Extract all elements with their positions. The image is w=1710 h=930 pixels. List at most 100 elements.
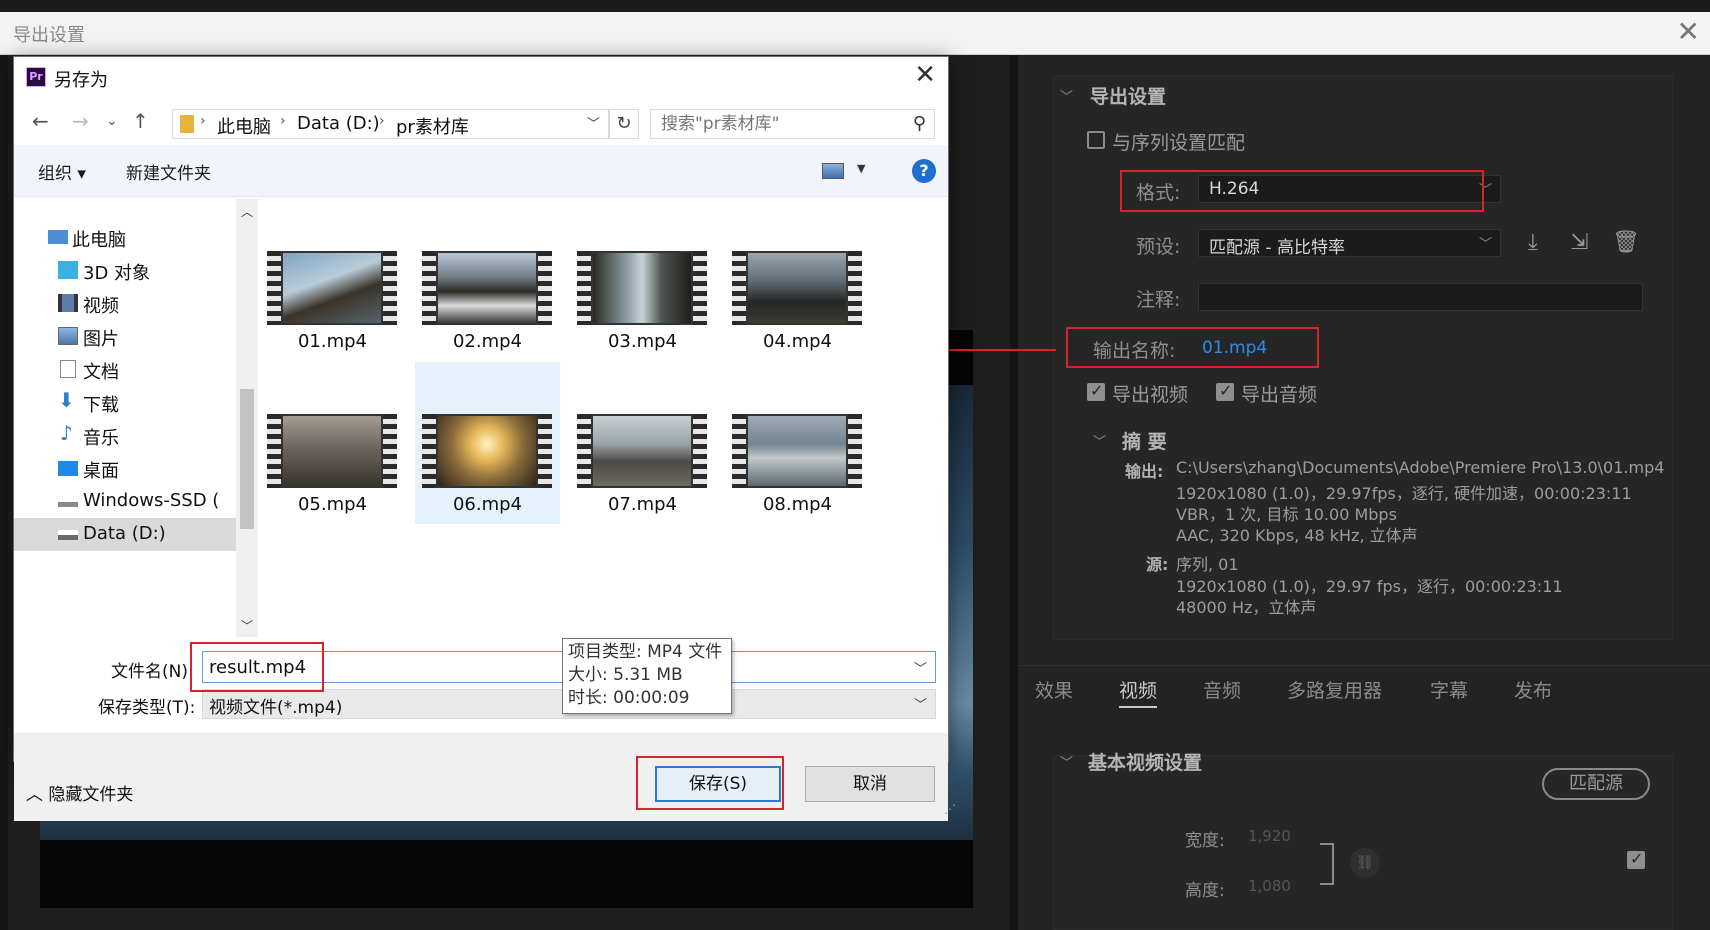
preview-letterbox-bottom (40, 840, 973, 908)
chevron-down-icon: ﹀ (1478, 237, 1492, 252)
premiere-app-icon: Pr (26, 67, 46, 87)
up-arrow-icon[interactable]: ↑ (132, 109, 149, 133)
recent-locations-chevron-icon[interactable]: ⌄ (106, 113, 118, 129)
export-settings-heading: 导出设置 (1090, 86, 1167, 108)
forward-arrow-icon[interactable]: → (72, 109, 89, 133)
height-label: 高度: (1185, 881, 1225, 901)
resize-grip-icon[interactable]: ⋰ (944, 802, 956, 816)
basic-video-chevron-icon[interactable]: ﹀ (1060, 752, 1073, 771)
tab-captions[interactable]: 字幕 (1430, 676, 1468, 703)
tree-item-music[interactable]: ♪ 音乐 (14, 419, 236, 452)
address-bar[interactable]: › 此电脑 › Data (D:) › pr素材库 ﹀ (172, 109, 609, 139)
breadcrumb-this-pc[interactable]: 此电脑 (217, 113, 271, 139)
save-preset-icon[interactable]: ⤓ (1528, 230, 1538, 255)
file-item[interactable]: 08.mp4 (725, 362, 870, 524)
search-icon[interactable]: ⚲ (913, 113, 926, 134)
comment-label: 注释: (1136, 289, 1181, 311)
breadcrumb-chevron-icon[interactable]: › (379, 113, 385, 129)
lock-aspect-checkbox[interactable] (1627, 849, 1645, 869)
file-item[interactable]: 01.mp4 (260, 199, 405, 361)
address-dropdown-icon[interactable]: ﹀ (587, 113, 600, 132)
width-value[interactable]: 1,920 (1248, 827, 1291, 845)
tree-item-this-pc[interactable]: 此电脑 (14, 221, 236, 254)
match-sequence-checkbox[interactable] (1087, 131, 1105, 149)
output-name-link[interactable]: 01.mp4 (1202, 338, 1267, 358)
delete-preset-icon[interactable]: 🗑 (1612, 230, 1640, 255)
search-input[interactable] (651, 110, 901, 138)
tree-item-label: 此电脑 (72, 230, 126, 251)
video-thumbnail (422, 251, 552, 325)
export-video-label: 导出视频 (1112, 384, 1189, 406)
tree-item-data-drive[interactable]: Data (D:) (14, 518, 236, 551)
file-item[interactable]: 07.mp4 (570, 362, 715, 524)
file-item[interactable]: 05.mp4 (260, 362, 405, 524)
collapse-chevron-icon[interactable]: ﹀ (1060, 86, 1073, 105)
file-name: 06.mp4 (452, 494, 523, 515)
video-thumbnail (267, 414, 397, 488)
filename-dropdown-icon[interactable]: ﹀ (914, 658, 927, 677)
scroll-down-icon[interactable]: ﹀ (241, 617, 253, 634)
breadcrumb-chevron-icon[interactable]: › (200, 113, 206, 129)
view-mode-icon[interactable] (822, 163, 844, 179)
tab-publish[interactable]: 发布 (1514, 676, 1552, 703)
source-summary-line: 48000 Hz，立体声 (1176, 598, 1317, 617)
tree-item-windows-ssd[interactable]: Windows-SSD ( (14, 485, 236, 518)
hide-folders-toggle[interactable]: ︿ 隐藏文件夹 (26, 780, 133, 805)
breadcrumb-chevron-icon[interactable]: › (280, 113, 286, 129)
file-name: 03.mp4 (607, 331, 678, 352)
basic-video-heading: 基本视频设置 (1088, 752, 1203, 774)
breadcrumb-pr-library[interactable]: pr素材库 (396, 113, 469, 139)
filetype-value: 视频文件(*.mp4) (209, 698, 343, 718)
pane-divider[interactable] (1010, 55, 1018, 930)
tree-scrollbar[interactable]: ︿ ﹀ (236, 199, 258, 637)
dimension-bracket (1320, 843, 1334, 885)
desktop-icon (58, 461, 78, 476)
breadcrumb-data-drive[interactable]: Data (D:) (297, 113, 380, 134)
export-video-checkbox[interactable] (1087, 381, 1105, 401)
export-audio-checkbox[interactable] (1216, 381, 1234, 401)
tree-item-desktop[interactable]: 桌面 (14, 452, 236, 485)
help-icon[interactable]: ? (912, 159, 936, 183)
file-item[interactable]: 03.mp4 (570, 199, 715, 361)
tab-video[interactable]: 视频 (1119, 676, 1158, 708)
summary-heading: 摘 要 (1122, 431, 1167, 453)
tab-audio[interactable]: 音频 (1203, 676, 1241, 703)
annotation-arrow (937, 344, 1056, 356)
scroll-up-icon[interactable]: ︿ (241, 203, 253, 220)
dialog-close-icon[interactable]: ✕ (914, 60, 936, 90)
file-item[interactable]: 04.mp4 (725, 199, 870, 361)
video-thumbnail (267, 251, 397, 325)
preset-dropdown[interactable]: 匹配源 - 高比特率 ﹀ (1198, 229, 1501, 258)
refresh-icon[interactable]: ↻ (609, 109, 639, 139)
output-summary-label: 输出: (1125, 462, 1164, 481)
tree-item-3d-objects[interactable]: 3D 对象 (14, 254, 236, 287)
tree-item-pictures[interactable]: 图片 (14, 320, 236, 353)
height-value[interactable]: 1,080 (1248, 877, 1291, 895)
view-dropdown-icon[interactable]: ▼ (857, 162, 865, 175)
file-item[interactable]: 02.mp4 (415, 199, 560, 361)
pictures-icon (58, 327, 78, 345)
file-item[interactable]: 06.mp4 (415, 362, 560, 524)
tab-multiplexer[interactable]: 多路复用器 (1287, 676, 1382, 703)
export-close-icon[interactable]: ✕ (1677, 17, 1700, 47)
navigation-row: ← → ⌄ ↑ › 此电脑 › Data (D:) › pr素材库 ﹀ ↻ ⚲ (14, 99, 948, 145)
import-preset-icon[interactable]: ⇲ (1570, 230, 1588, 255)
tab-effects[interactable]: 效果 (1035, 676, 1073, 703)
back-arrow-icon[interactable]: ← (32, 109, 49, 133)
summary-chevron-icon[interactable]: ﹀ (1093, 431, 1106, 450)
comment-input[interactable] (1198, 283, 1643, 311)
match-source-button[interactable]: 匹配源 (1542, 768, 1650, 800)
tree-item-videos[interactable]: 视频 (14, 287, 236, 320)
export-audio-label: 导出音频 (1241, 384, 1318, 406)
organize-button[interactable]: 组织 ▾ (38, 159, 86, 184)
video-thumbnail (732, 251, 862, 325)
link-icon[interactable]: ⛓ (1350, 848, 1380, 878)
cancel-button[interactable]: 取消 (805, 766, 935, 802)
hide-folders-label: 隐藏文件夹 (48, 785, 134, 805)
tree-item-downloads[interactable]: ⬇ 下载 (14, 386, 236, 419)
tree-item-documents[interactable]: 文档 (14, 353, 236, 386)
file-name: 07.mp4 (607, 494, 678, 515)
new-folder-button[interactable]: 新建文件夹 (126, 159, 211, 184)
filetype-dropdown-icon[interactable]: ﹀ (914, 694, 927, 713)
scrollbar-thumb[interactable] (240, 389, 254, 529)
